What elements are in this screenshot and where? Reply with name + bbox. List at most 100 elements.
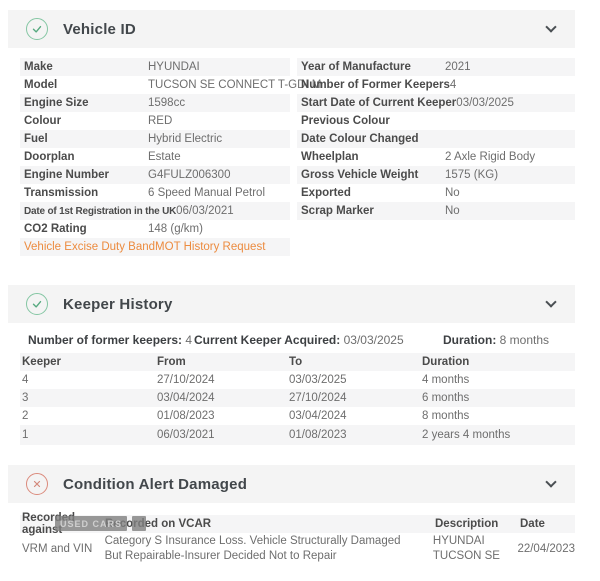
field-value: 2 Axle Rigid Body: [445, 151, 535, 163]
field-label: Engine Size: [24, 97, 148, 109]
field-value: No: [445, 205, 460, 217]
field-value: 148 (g/km): [148, 223, 203, 235]
table-row: ColourRED: [20, 112, 290, 130]
table-row: Transmission6 Speed Manual Petrol: [20, 184, 290, 202]
keeper-history-header[interactable]: Keeper History: [8, 285, 575, 323]
summary-label: Number of former keepers:: [28, 333, 182, 347]
field-value: 2021: [445, 61, 471, 73]
table-row: CO2 Rating148 (g/km): [20, 220, 290, 238]
vehicle-report-page: Vehicle ID MakeHYUNDAI ModelTUCSON SE CO…: [0, 0, 600, 565]
vehicle-excise-duty-band-link[interactable]: Vehicle Excise Duty Band: [24, 241, 155, 253]
current-keeper-acquired-summary: Current Keeper Acquired: 03/03/2025: [194, 333, 443, 347]
table-row: Start Date of Current Keeper03/03/2025: [297, 94, 575, 112]
table-row: 1 06/03/2021 01/08/2023 2 years 4 months: [20, 425, 575, 445]
column-header: Date: [520, 518, 575, 530]
table-row: MakeHYUNDAI: [20, 58, 290, 76]
field-value: 1575 (KG): [445, 169, 498, 181]
to-cell: 03/03/2025: [289, 374, 422, 386]
field-label: Engine Number: [24, 169, 148, 181]
field-label: CO2 Rating: [24, 223, 148, 235]
table-row: Engine NumberG4FULZ006300: [20, 166, 290, 184]
column-header: Duration: [422, 356, 575, 368]
duration-cell: 6 months: [422, 392, 575, 404]
column-header: Recorded against: [22, 512, 105, 536]
field-label: Doorplan: [24, 151, 148, 163]
from-cell: 03/04/2024: [157, 392, 289, 404]
condition-alert-header[interactable]: Condition Alert Damaged: [8, 465, 575, 503]
table-row: ModelTUCSON SE CONNECT T-GDI M: [20, 76, 290, 94]
table-row: Vehicle Excise Duty Band MOT History Req…: [20, 238, 290, 256]
field-label: Fuel: [24, 133, 148, 145]
keeper-cell: 1: [22, 429, 157, 441]
table-row: Engine Size1598cc: [20, 94, 290, 112]
field-label: Year of Manufacture: [301, 61, 445, 73]
from-cell: 27/10/2024: [157, 374, 289, 386]
table-row: ExportedNo: [297, 184, 575, 202]
column-header: To: [289, 356, 422, 368]
to-cell: 01/08/2023: [289, 429, 422, 441]
table-row: Wheelplan2 Axle Rigid Body: [297, 148, 575, 166]
field-value: G4FULZ006300: [148, 169, 230, 181]
field-label: Previous Colour: [301, 115, 445, 127]
keeper-history-table: Keeper From To Duration 4 27/10/2024 03/…: [20, 353, 575, 445]
field-value: 1598cc: [148, 97, 185, 109]
cross-circle-icon: [26, 473, 48, 495]
column-header: Keeper: [22, 356, 157, 368]
keeper-cell: 4: [22, 374, 157, 386]
duration-cell: 2 years 4 months: [422, 429, 575, 441]
vehicle-id-body: MakeHYUNDAI ModelTUCSON SE CONNECT T-GDI…: [8, 48, 575, 285]
chevron-down-icon[interactable]: [545, 296, 556, 307]
table-row: Date of 1st Registration in the UK06/03/…: [20, 202, 290, 220]
summary-value: 4: [185, 333, 192, 347]
recorded-on-vcar-cell: Category S Insurance Loss. Vehicle Struc…: [105, 534, 433, 564]
section-vehicle-id: Vehicle ID MakeHYUNDAI ModelTUCSON SE CO…: [8, 10, 575, 285]
table-row: Scrap MarkerNo: [297, 202, 575, 220]
column-header: From: [157, 356, 289, 368]
summary-label: Duration:: [443, 333, 496, 347]
field-value: 6 Speed Manual Petrol: [148, 187, 265, 199]
column-header: Description: [435, 517, 520, 532]
from-cell: 06/03/2021: [157, 429, 289, 441]
vehicle-details-left-table: MakeHYUNDAI ModelTUCSON SE CONNECT T-GDI…: [20, 58, 290, 256]
vehicle-id-header[interactable]: Vehicle ID: [8, 10, 575, 48]
summary-label: Current Keeper Acquired:: [194, 333, 340, 347]
to-cell: 03/04/2024: [289, 410, 422, 422]
field-label: Date of 1st Registration in the UK: [24, 206, 176, 217]
vehicle-details-right-table: Year of Manufacture2021 Number of Former…: [297, 58, 575, 256]
table-row: Previous Colour: [297, 112, 575, 130]
from-cell: 01/08/2023: [157, 410, 289, 422]
field-value: HYUNDAI: [148, 61, 200, 73]
section-title: Keeper History: [63, 296, 547, 313]
field-value: Estate: [148, 151, 181, 163]
field-label: Gross Vehicle Weight: [301, 169, 445, 181]
field-value: RED: [148, 115, 172, 127]
table-header-row: Recorded against Recorded on VCAR Descri…: [20, 515, 575, 533]
to-cell: 27/10/2024: [289, 392, 422, 404]
duration-cell: 4 months: [422, 374, 575, 386]
field-label: Number of Former Keepers: [301, 79, 450, 91]
date-cell: 22/04/2023: [517, 543, 575, 555]
field-value: 06/03/2021: [176, 205, 234, 217]
field-label: Make: [24, 61, 148, 73]
recorded-against-cell: VRM and VIN: [22, 543, 105, 555]
duration-cell: 8 months: [422, 410, 575, 422]
chevron-down-icon[interactable]: [545, 21, 556, 32]
table-row: Number of Former Keepers4: [297, 76, 575, 94]
field-label: Wheelplan: [301, 151, 445, 163]
table-body: 4 27/10/2024 03/03/2025 4 months 3 03/04…: [20, 371, 575, 445]
field-label: Transmission: [24, 187, 148, 199]
field-value: Hybrid Electric: [148, 133, 222, 145]
check-circle-icon: [26, 293, 48, 315]
field-label: Exported: [301, 187, 445, 199]
field-label: Colour: [24, 115, 148, 127]
keeper-cell: 2: [22, 410, 157, 422]
mot-history-request-link[interactable]: MOT History Request: [155, 241, 265, 253]
table-row: Date Colour Changed: [297, 130, 575, 148]
keeper-cell: 3: [22, 392, 157, 404]
section-title: Vehicle ID: [63, 21, 547, 38]
chevron-down-icon[interactable]: [545, 476, 556, 487]
field-label: Start Date of Current Keeper: [301, 97, 456, 109]
field-value: No: [445, 187, 460, 199]
table-row: FuelHybrid Electric: [20, 130, 290, 148]
summary-value: 03/03/2025: [344, 333, 404, 347]
